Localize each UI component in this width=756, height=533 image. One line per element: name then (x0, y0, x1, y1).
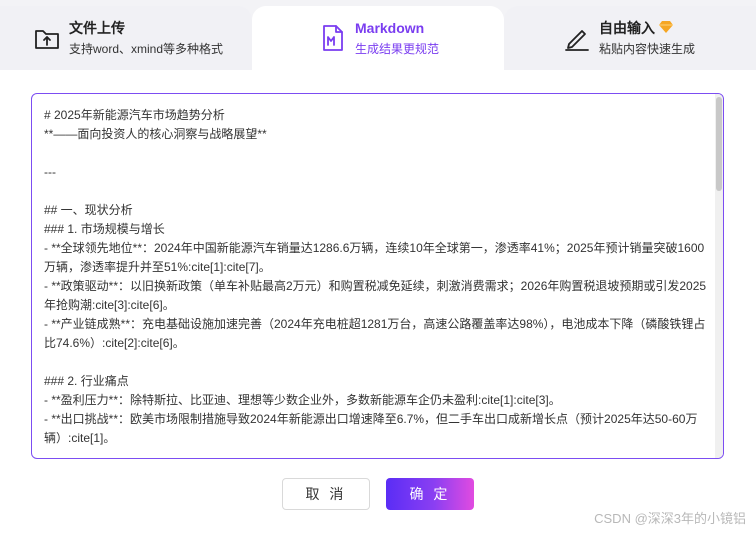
markdown-editor[interactable]: # 2025年新能源汽车市场趋势分析 **——面向投资人的核心洞察与战略展望**… (31, 93, 724, 459)
confirm-button[interactable]: 确 定 (386, 478, 474, 510)
cancel-button[interactable]: 取 消 (282, 478, 370, 510)
tab-free-input[interactable]: 自由输入 粘贴内容快速生成 (504, 6, 756, 70)
pen-icon (562, 23, 592, 53)
editor-scrollbar[interactable] (715, 94, 723, 458)
watermark: CSDN @深深3年的小镜铝 (594, 511, 746, 526)
tab-subtitle: 粘贴内容快速生成 (599, 41, 696, 56)
tab-title: 自由输入 (599, 19, 655, 36)
diamond-icon (659, 19, 673, 37)
tab-title: Markdown (355, 19, 425, 36)
markdown-content[interactable]: # 2025年新能源汽车市场趋势分析 **——面向投资人的核心洞察与战略展望**… (44, 106, 708, 448)
upload-file-icon (32, 23, 62, 53)
markdown-file-icon (318, 23, 348, 53)
tab-subtitle: 支持word、xmind等多种格式 (69, 41, 224, 56)
scrollbar-thumb[interactable] (716, 97, 722, 191)
tab-file-upload[interactable]: 文件上传 支持word、xmind等多种格式 (0, 6, 252, 70)
tab-markdown[interactable]: Markdown 生成结果更规范 (252, 6, 504, 70)
input-mode-tabs: 文件上传 支持word、xmind等多种格式 Markdown 生成结果更规范 (0, 0, 756, 70)
tab-title: 文件上传 (69, 19, 125, 36)
tab-subtitle: 生成结果更规范 (355, 41, 440, 56)
